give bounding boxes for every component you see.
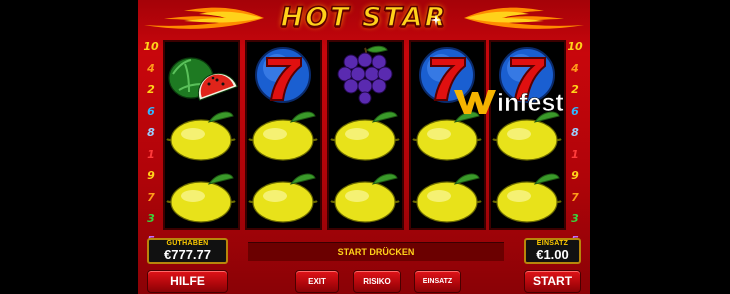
svg-text:infest: infest bbox=[497, 89, 564, 117]
sparkle-icon bbox=[430, 14, 442, 26]
payline-right-8: 8 bbox=[571, 126, 579, 139]
title-bar: HOT STAR bbox=[138, 0, 590, 40]
reel-3 bbox=[327, 40, 404, 230]
start-button[interactable]: START bbox=[524, 270, 581, 293]
bet-value: €1.00 bbox=[536, 247, 569, 262]
help-button[interactable]: HILFE bbox=[147, 270, 228, 293]
status-message: START DRÜCKEN bbox=[248, 242, 504, 261]
lemon-icon bbox=[491, 168, 564, 230]
payline-left-3: 3 bbox=[147, 212, 155, 225]
payline-left-9: 9 bbox=[147, 169, 155, 182]
watermark-logo: infest bbox=[452, 84, 582, 118]
balance-value: €777.77 bbox=[164, 247, 211, 262]
lemon-icon bbox=[247, 106, 320, 168]
payline-left-10: 10 bbox=[143, 40, 159, 53]
grapes-icon bbox=[329, 44, 402, 106]
lemon-icon bbox=[411, 168, 484, 230]
bet-panel: EINSATZ €1.00 bbox=[524, 238, 581, 264]
paylines-right: 10426819735 bbox=[567, 40, 583, 255]
payline-right-4: 4 bbox=[571, 61, 579, 75]
payline-left-2: 2 bbox=[147, 83, 155, 96]
payline-left-6: 6 bbox=[147, 104, 155, 118]
balance-panel: GUTHABEN €777.77 bbox=[147, 238, 228, 264]
payline-left-4: 4 bbox=[147, 61, 155, 75]
watermelon-icon bbox=[165, 44, 238, 106]
lemon-icon bbox=[329, 106, 402, 168]
lemon-icon bbox=[329, 168, 402, 230]
payline-right-9: 9 bbox=[571, 169, 579, 182]
exit-button[interactable]: EXIT bbox=[295, 270, 339, 293]
control-bar: GUTHABEN €777.77 START DRÜCKEN EINSATZ €… bbox=[138, 234, 590, 294]
payline-left-7: 7 bbox=[147, 190, 155, 204]
game-title: HOT STAR bbox=[280, 1, 448, 34]
payline-right-1: 1 bbox=[571, 147, 579, 161]
reel-4 bbox=[409, 40, 486, 230]
bet-button[interactable]: EINSATZ bbox=[414, 270, 461, 293]
payline-left-1: 1 bbox=[147, 147, 155, 161]
lemon-icon bbox=[247, 168, 320, 230]
game-screen: HOT STAR 10426819735 10426819735 infest … bbox=[0, 0, 730, 294]
payline-right-10: 10 bbox=[567, 40, 583, 53]
reel-1 bbox=[163, 40, 240, 230]
payline-right-3: 3 bbox=[571, 212, 579, 225]
risk-button[interactable]: RISIKO bbox=[353, 270, 401, 293]
lemon-icon bbox=[165, 168, 238, 230]
reel-5 bbox=[489, 40, 566, 230]
payline-left-8: 8 bbox=[147, 126, 155, 139]
lemon-icon bbox=[165, 106, 238, 168]
seven-icon bbox=[247, 44, 320, 106]
bet-label: EINSATZ bbox=[536, 240, 569, 247]
reel-2 bbox=[245, 40, 322, 230]
payline-right-7: 7 bbox=[571, 190, 579, 204]
balance-label: GUTHABEN bbox=[166, 240, 209, 247]
paylines-left: 10426819735 bbox=[143, 40, 159, 255]
